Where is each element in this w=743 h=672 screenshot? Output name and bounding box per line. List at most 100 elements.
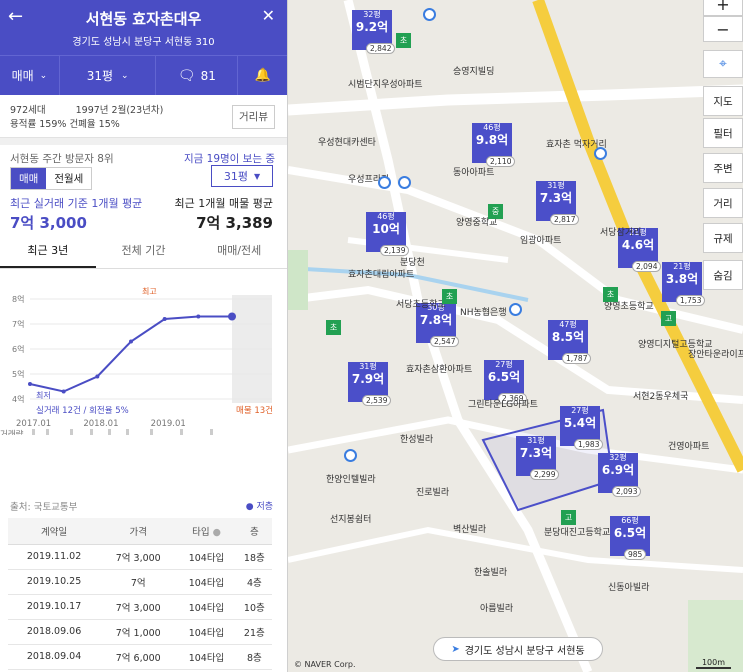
marker-count: 2,110	[486, 156, 516, 167]
price-marker[interactable]: 46평 10억 2,139	[366, 212, 410, 256]
crosshair-icon: ⌖	[719, 56, 727, 72]
panel-header: ← 서현동 효자촌대우 경기도 성남시 분당구 서현동 310 ✕	[0, 0, 287, 55]
price-marker[interactable]: 21평 3.8억 1,753	[662, 262, 706, 306]
map-view[interactable]: 32평 9.2억 2,842 46평 9.8억 2,110 31평 7.3억 2,817 46평 1…	[288, 0, 743, 672]
school-icon[interactable]: 고	[561, 510, 576, 525]
marker-price: 9.8억	[475, 133, 509, 147]
info-icon[interactable]: ●	[213, 527, 221, 538]
map-button-1[interactable]: 필터	[703, 118, 743, 148]
tab-all-period[interactable]: 전체 기간	[96, 235, 192, 268]
bus-stop-icon[interactable]	[594, 147, 607, 160]
volume-bar	[90, 429, 93, 439]
marker-pyeong: 21평	[673, 262, 691, 271]
tab-sale-jeonse[interactable]: 매매/전세	[191, 235, 287, 268]
map-label: 분당대진고등학교	[544, 528, 611, 538]
school-icon[interactable]: 초	[442, 289, 457, 304]
price-point	[162, 317, 167, 321]
map-label: 서현2동우체국	[633, 392, 689, 402]
now-viewing[interactable]: 지금 19명이 보는 중	[184, 151, 275, 166]
col-price: 가격	[100, 518, 177, 545]
price-marker[interactable]: 31평 7.9억 2,539	[348, 362, 392, 406]
marker-pyeong: 32평	[363, 10, 381, 19]
col-floor: 층	[236, 518, 272, 545]
price-marker[interactable]: 31평 7.3억 2,299	[516, 436, 560, 480]
school-icon[interactable]: 중	[488, 204, 503, 219]
col-type: 타입 ●	[176, 518, 237, 545]
map-roads	[288, 0, 743, 672]
y-tick-label: 7억	[12, 319, 24, 329]
alarm-button[interactable]: 🔔	[238, 56, 287, 95]
map-button-2[interactable]: 주변	[703, 153, 743, 183]
pyeong-dropdown[interactable]: 31평 ⌄	[60, 56, 157, 95]
marker-count: 2,842	[366, 43, 396, 54]
map-label: 아름빌라	[480, 604, 514, 614]
navigation-arrow-icon: ➤	[451, 643, 460, 655]
detail-panel: ← 서현동 효자촌대우 경기도 성남시 분당구 서현동 310 ✕ 매매 ⌄ 31…	[0, 0, 288, 672]
trade-type-dropdown[interactable]: 매매 ⌄	[0, 56, 60, 95]
households: 972세대	[10, 105, 46, 116]
price-marker[interactable]: 46평 9.8억 2,110	[472, 123, 516, 167]
marker-price: 10억	[372, 222, 400, 236]
zoom-in-button[interactable]: +	[703, 0, 743, 16]
table-cell: 8층	[236, 644, 272, 670]
price-marker[interactable]: 47평 8.5억 1,787	[548, 320, 592, 364]
bus-stop-icon[interactable]	[398, 176, 411, 189]
marker-pyeong: 47평	[559, 320, 577, 329]
bus-stop-icon[interactable]	[423, 8, 436, 21]
x-tick-label: 2019.01	[151, 419, 186, 429]
marker-price: 4.6억	[621, 238, 655, 252]
price-marker[interactable]: 32평 6.9억 2,093	[598, 453, 642, 497]
map-label: 효자촌삼환아파트	[406, 365, 473, 375]
map-label: 한솔빌라	[474, 568, 508, 578]
table-cell: 104타입	[176, 594, 237, 620]
tab-sale[interactable]: 매매	[11, 168, 47, 189]
bus-stop-icon[interactable]	[344, 449, 357, 462]
volume-bar	[70, 429, 73, 440]
bus-stop-icon[interactable]	[378, 176, 391, 189]
map-label: 효자촌대림아파트	[348, 270, 415, 280]
map-label: 한성빌라	[400, 435, 434, 445]
marker-price: 7.3억	[519, 446, 553, 460]
table-row: 2019.10.25 7억 104타입 4층	[8, 569, 272, 595]
bus-stop-icon[interactable]	[509, 303, 522, 316]
trade-type-label: 매매	[11, 69, 34, 83]
map-button-0[interactable]: 지도	[703, 86, 743, 116]
school-icon[interactable]: 초	[396, 33, 411, 48]
pyeong-select[interactable]: 31평 ▼	[211, 165, 273, 187]
map-button-4[interactable]: 규제	[703, 223, 743, 253]
marker-count: 1,983	[574, 439, 604, 450]
price-marker[interactable]: 27평 6.5억 2,369	[484, 360, 528, 404]
school-icon[interactable]: 초	[603, 287, 618, 302]
map-label: 임광아파트	[520, 236, 562, 246]
school-icon[interactable]: 초	[326, 320, 341, 335]
street-view-button[interactable]: 거리뷰	[232, 105, 275, 129]
price-point	[129, 339, 133, 344]
close-icon[interactable]: ✕	[262, 6, 275, 25]
price-marker[interactable]: 32평 9.2억 2,842	[352, 10, 396, 54]
marker-price: 7.3억	[539, 191, 573, 205]
map-button-5[interactable]: 숨김	[703, 260, 743, 290]
chevron-down-icon: ⌄	[39, 70, 48, 81]
y-tick-label: 4억	[12, 394, 24, 404]
map-label: 우성현대카센타	[318, 138, 376, 148]
zoom-out-button[interactable]: −	[703, 16, 743, 42]
tab-rent[interactable]: 전월세	[46, 168, 91, 189]
locate-button[interactable]: ⌖	[703, 50, 743, 78]
price-marker[interactable]: 27평 5.4억 1,983	[560, 406, 604, 450]
price-marker[interactable]: 31평 7.3억 2,817	[536, 181, 580, 225]
high-label: 최고	[142, 286, 157, 296]
map-button-3[interactable]: 거리	[703, 188, 743, 218]
school-icon[interactable]: 고	[661, 311, 676, 326]
col-date: 계약일	[8, 518, 101, 545]
price-marker[interactable]: 66평 6.5억 985	[610, 516, 650, 560]
x-tick-label: 2018.01	[83, 419, 118, 429]
marker-pyeong: 46평	[483, 123, 501, 132]
table-cell: 104타입	[176, 544, 237, 570]
marker-count: 2,547	[430, 336, 460, 347]
map-label: 승영지빌딩	[453, 67, 495, 77]
comments-button[interactable]: 🗨 81	[156, 56, 239, 95]
tab-recent-3y[interactable]: 최근 3년	[0, 235, 96, 268]
location-bar[interactable]: ➤ 경기도 성남시 분당구 서현동	[433, 637, 603, 661]
price-summary: 최근 실거래 기준 1개월 평균 7억 3,000 최근 1개월 매물 평균 7…	[0, 193, 287, 235]
caret-down-icon: ▼	[253, 171, 261, 181]
